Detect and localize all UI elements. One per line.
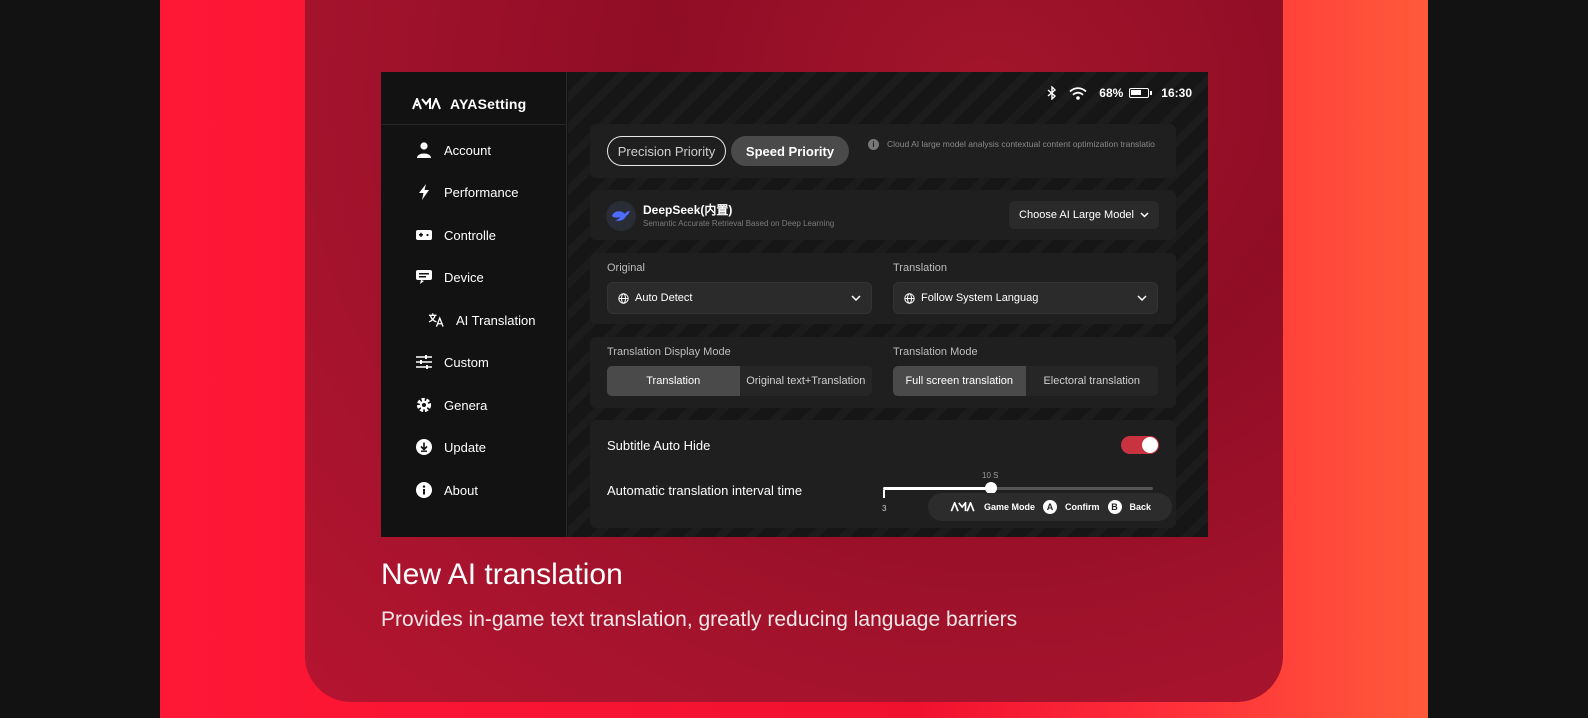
gear-icon <box>416 397 432 413</box>
mode-panel: Translation Display Mode Translation Ori… <box>590 337 1176 408</box>
chevron-down-icon <box>851 295 861 301</box>
speed-priority-button[interactable]: Speed Priority <box>731 136 849 166</box>
device-icon <box>416 269 432 285</box>
game-mode-hint: Game Mode <box>984 502 1036 512</box>
user-icon <box>416 142 432 158</box>
sidebar-item-label: Account <box>444 142 491 158</box>
sliders-icon <box>416 354 432 370</box>
globe-icon <box>904 292 915 304</box>
sidebar-item-controller[interactable]: Controlle <box>416 225 496 245</box>
display-mode-original-plus-translation[interactable]: Original text+Translation <box>740 366 873 396</box>
status-bar: 68% 16:30 <box>1047 86 1192 100</box>
priority-info: i Cloud AI large model analysis contextu… <box>868 138 1168 150</box>
b-button-icon: B <box>1107 500 1122 514</box>
priority-panel: Precision Priority Speed Priority i Clou… <box>590 124 1176 178</box>
model-description: Semantic Accurate Retrieval Based on Dee… <box>643 219 835 228</box>
sidebar: AYASetting Account Performance Controlle <box>381 72 567 537</box>
info-icon <box>416 482 432 498</box>
slider-min-tick <box>883 490 885 498</box>
sidebar-item-label: Genera <box>444 397 488 413</box>
battery-status: 68% <box>1099 86 1153 100</box>
right-dark-margin <box>1428 0 1588 718</box>
toggle-knob <box>1142 437 1158 453</box>
precision-priority-button[interactable]: Precision Priority <box>607 136 726 166</box>
settings-main: 68% 16:30 Precision Priority Speed Prior… <box>568 72 1208 537</box>
left-dark-margin <box>0 0 160 718</box>
sidebar-item-account[interactable]: Account <box>416 140 491 160</box>
translation-mode-full-screen[interactable]: Full screen translation <box>893 366 1026 396</box>
original-language-value: Auto Detect <box>635 292 693 304</box>
lightning-icon <box>416 184 432 200</box>
translation-label: Translation <box>893 262 948 274</box>
choose-model-label: Choose AI Large Model <box>1019 209 1134 221</box>
battery-percent: 68% <box>1099 86 1124 100</box>
download-icon <box>416 439 432 455</box>
brand-divider <box>381 124 567 125</box>
priority-info-text: Cloud AI large model analysis contextual… <box>887 139 1155 149</box>
translation-language-value: Follow System Languag <box>921 292 1039 304</box>
info-icon: i <box>868 139 879 150</box>
gamepad-icon <box>416 227 432 243</box>
aya-logo-icon <box>412 98 441 110</box>
sidebar-item-label: Performance <box>444 184 519 200</box>
hero-subtitle: Provides in-game text translation, great… <box>381 608 1018 631</box>
a-button-icon: A <box>1043 500 1058 514</box>
interval-time-label: Automatic translation interval time <box>607 483 803 498</box>
sidebar-item-label: About <box>444 482 478 498</box>
model-name: DeepSeek(内置) <box>643 203 733 217</box>
original-label: Original <box>607 262 645 274</box>
globe-icon <box>618 292 629 304</box>
display-mode-segmented: Translation Original text+Translation <box>607 366 872 396</box>
sidebar-item-label: AI Translation <box>456 312 536 328</box>
sidebar-item-custom[interactable]: Custom <box>416 352 489 372</box>
chevron-down-icon <box>1140 212 1149 218</box>
chevron-down-icon <box>1137 295 1147 301</box>
sidebar-item-label: Custom <box>444 354 489 370</box>
sidebar-item-performance[interactable]: Performance <box>416 182 518 202</box>
wifi-icon <box>1069 86 1087 100</box>
subtitle-auto-hide-toggle[interactable] <box>1121 436 1159 454</box>
battery-icon <box>1129 88 1153 98</box>
translate-icon <box>428 312 444 328</box>
sidebar-item-update[interactable]: Update <box>416 437 486 457</box>
display-mode-translation[interactable]: Translation <box>607 366 740 396</box>
brand-name: AYASetting <box>450 96 527 112</box>
sidebar-item-label: Device <box>444 269 484 285</box>
sidebar-item-label: Update <box>444 439 486 455</box>
translation-mode-segmented: Full screen translation Electoral transl… <box>893 366 1158 396</box>
confirm-hint: Confirm <box>1065 502 1100 512</box>
clock: 16:30 <box>1161 86 1192 100</box>
sidebar-item-general[interactable]: Genera <box>416 395 487 415</box>
bluetooth-icon <box>1047 86 1057 100</box>
choose-model-dropdown[interactable]: Choose AI Large Model <box>1009 201 1159 229</box>
language-panel: Original Auto Detect Translation Follow … <box>590 253 1176 324</box>
device-screen: AYASetting Account Performance Controlle <box>381 72 1208 537</box>
translation-mode-label: Translation Mode <box>893 346 978 358</box>
slider-min-label: 3 <box>882 504 887 513</box>
back-hint: Back <box>1129 502 1152 512</box>
model-panel: DeepSeek(内置) Semantic Accurate Retrieval… <box>590 190 1176 240</box>
sidebar-item-device[interactable]: Device <box>416 267 484 287</box>
slider-value-label: 10 S <box>982 471 999 480</box>
translation-language-select[interactable]: Follow System Languag <box>893 282 1158 314</box>
slider-fill <box>883 487 991 490</box>
sidebar-item-about[interactable]: About <box>416 480 478 500</box>
sidebar-item-ai-translation[interactable]: AI Translation <box>428 310 536 330</box>
sidebar-item-label: Controlle <box>444 227 497 243</box>
display-mode-label: Translation Display Mode <box>607 346 731 358</box>
original-language-select[interactable]: Auto Detect <box>607 282 872 314</box>
deepseek-whale-icon <box>606 201 636 231</box>
subtitle-auto-hide-label: Subtitle Auto Hide <box>607 438 711 453</box>
aya-logo-icon <box>950 502 975 512</box>
interval-slider[interactable] <box>883 487 1153 490</box>
translation-mode-electoral[interactable]: Electoral translation <box>1026 366 1159 396</box>
hero-title: New AI translation <box>381 558 623 591</box>
controller-hint-bar: Game Mode A Confirm B Back <box>928 493 1172 521</box>
brand: AYASetting <box>412 93 526 115</box>
